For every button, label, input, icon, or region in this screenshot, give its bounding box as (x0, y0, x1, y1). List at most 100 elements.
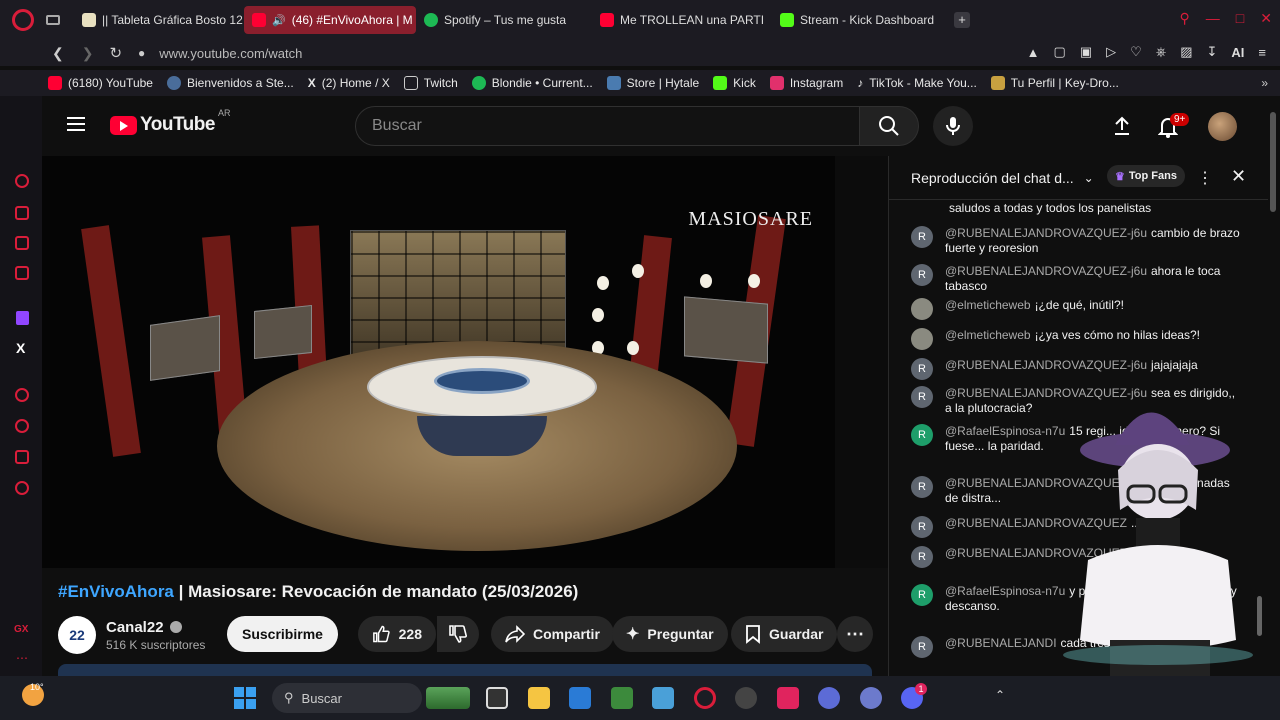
search-tabs-icon[interactable]: ⚲ (1180, 10, 1190, 27)
chat-author[interactable]: @RafaelEspinosa-n7u (945, 424, 1065, 438)
tab-tableta[interactable]: || Tableta Gráfica Bosto 12 (74, 6, 244, 34)
tab-trollean[interactable]: Me TROLLEAN una PARTI (592, 6, 772, 34)
bookmark-steam[interactable]: Bienvenidos a Ste... (166, 76, 304, 90)
maximize-icon[interactable]: □ (1236, 10, 1244, 27)
adblock-icon[interactable]: ▣ (1080, 44, 1092, 60)
hamburger-menu-icon[interactable] (67, 117, 85, 131)
sidebar-settings-icon[interactable] (15, 481, 29, 495)
opera-logo-icon[interactable] (12, 9, 34, 31)
snapshot-icon[interactable]: ▢ (1054, 44, 1066, 60)
account-avatar[interactable] (1208, 112, 1237, 141)
chat-author[interactable]: @RUBENALEJANDROVAZQUEZ-j6u (945, 386, 1147, 400)
tray-chevron-icon[interactable]: ⌃ (995, 688, 1005, 702)
chat-avatar[interactable]: R (911, 636, 933, 658)
channel-name[interactable]: Canal22 (106, 619, 164, 636)
wallet-icon[interactable]: ▨ (1180, 44, 1192, 60)
workspaces-icon[interactable] (46, 15, 60, 25)
channel-avatar[interactable]: 22 (58, 616, 96, 654)
sidebar-x-icon[interactable]: X (16, 340, 25, 356)
share-button[interactable]: Compartir (491, 616, 614, 652)
subscribe-button[interactable]: Suscribirme (227, 616, 338, 652)
opera-gx-taskbar-icon[interactable] (694, 687, 716, 709)
search-input[interactable]: Buscar (355, 106, 860, 146)
upload-icon[interactable] (1112, 116, 1132, 136)
tab-spotify[interactable]: Spotify – Tus me gusta (416, 6, 592, 34)
bookmark-x[interactable]: X (2) Home / X (308, 76, 400, 90)
tiktok-taskbar-icon[interactable] (777, 687, 799, 709)
chat-more-icon[interactable]: ⋮ (1197, 168, 1213, 188)
sidebar-gx-icon[interactable]: GX (14, 624, 28, 635)
chat-author[interactable]: @RUBENALEJANDROVAZQUEZ (945, 546, 1127, 560)
sidebar-crypto-icon[interactable] (15, 206, 29, 220)
photos-icon[interactable] (652, 687, 674, 709)
save-button[interactable]: Guardar (731, 616, 838, 652)
speaker-icon[interactable]: 🔊 (272, 14, 286, 27)
bookmark-tiktok[interactable]: ♪ TikTok - Make You... (857, 76, 987, 90)
close-window-icon[interactable]: ✕ (1260, 10, 1272, 27)
sidebar-twitch-icon[interactable] (16, 311, 29, 325)
chat-author[interactable]: @elmeticheweb (945, 298, 1031, 312)
minecraft-icon[interactable] (611, 687, 633, 709)
chat-avatar[interactable]: R (911, 584, 933, 606)
reload-icon[interactable]: ↻ (109, 44, 122, 62)
sidebar-music-icon[interactable] (15, 266, 29, 280)
sidebar-extensions-icon[interactable] (15, 450, 29, 464)
start-button[interactable] (234, 687, 256, 709)
chat-avatar[interactable]: R (911, 386, 933, 408)
chat-avatar[interactable]: R (911, 516, 933, 538)
download-icon[interactable]: ↧ (1207, 44, 1218, 60)
chat-avatar[interactable]: R (911, 358, 933, 380)
chat-title[interactable]: Reproducción del chat d... (911, 170, 1074, 186)
widgets-icon[interactable] (426, 687, 470, 709)
bookmark-blondie[interactable]: Blondie • Current... (471, 76, 603, 90)
menu-icon[interactable]: ≡ (1258, 45, 1266, 60)
task-view-icon[interactable] (486, 687, 508, 709)
chat-avatar[interactable]: R (911, 476, 933, 498)
tab-kick[interactable]: Stream - Kick Dashboard (772, 6, 948, 34)
page-scrollbar[interactable] (1270, 112, 1276, 212)
chat-avatar[interactable]: R (911, 424, 933, 446)
app-icon[interactable] (818, 687, 840, 709)
bookmark-instagram[interactable]: Instagram (769, 76, 853, 90)
bookmark-twitch[interactable]: Twitch (403, 76, 468, 90)
bookmark-hytale[interactable]: Store | Hytale (606, 76, 709, 90)
bookmark-keydrop[interactable]: Tu Perfil | Key-Dro... (990, 76, 1129, 90)
store-icon[interactable] (569, 687, 591, 709)
dislike-button[interactable] (437, 616, 479, 652)
chat-author[interactable]: @RafaelEspinosa-n7u (945, 584, 1065, 598)
voice-search-button[interactable] (933, 106, 973, 146)
chat-author[interactable]: @RUBENALEJANDROVAZQUEZ (945, 516, 1127, 530)
bookmark-kick[interactable]: Kick (713, 76, 766, 90)
app-icon[interactable] (860, 687, 882, 709)
sidebar-player-icon[interactable] (15, 388, 29, 402)
close-chat-icon[interactable]: ✕ (1231, 166, 1246, 187)
chevron-down-icon[interactable]: ⌄ (1084, 171, 1094, 185)
sidebar-aria-icon[interactable] (15, 174, 29, 188)
description-box[interactable] (58, 664, 872, 676)
chat-avatar[interactable] (911, 328, 933, 350)
extensions-icon[interactable]: ⎈ (1156, 44, 1166, 60)
top-fans-button[interactable]: ♛ Top Fans (1107, 165, 1185, 187)
chat-avatar[interactable]: R (911, 226, 933, 248)
file-explorer-icon[interactable] (528, 687, 550, 709)
heart-icon[interactable]: ♡ (1130, 44, 1142, 60)
chat-author[interactable]: @RUBENALEJANDROVAZQUEZ-j6u (945, 264, 1147, 278)
new-tab-button[interactable]: + (954, 12, 970, 28)
tab-envivoahora[interactable]: 🔊 (46) #EnVivoAhora | M (244, 6, 416, 34)
chat-avatar[interactable] (911, 298, 933, 320)
app-icon[interactable] (735, 687, 757, 709)
chat-avatar[interactable]: R (911, 264, 933, 286)
chat-scrollbar[interactable] (1257, 596, 1262, 636)
ask-button[interactable]: ✦ Preguntar (612, 616, 728, 652)
chat-author[interactable]: @RUBENALEJANDROVAZQUEZ-j6u (945, 358, 1147, 372)
play-icon[interactable]: ▷ (1106, 44, 1116, 60)
forward-icon[interactable]: ❯ (82, 45, 94, 62)
hashtag-link[interactable]: #EnVivoAhora (58, 582, 174, 601)
chat-author[interactable]: @RUBENALEJANDI (945, 636, 1057, 650)
chat-author[interactable]: @elmeticheweb (945, 328, 1031, 342)
sidebar-history-icon[interactable] (15, 419, 29, 433)
sidebar-more-icon[interactable]: ⋯ (16, 651, 28, 665)
bookmark-youtube[interactable]: (6180) YouTube (48, 76, 163, 90)
more-actions-button[interactable]: ⋯ (837, 616, 873, 652)
url-field[interactable]: www.youtube.com/watch (159, 46, 302, 61)
